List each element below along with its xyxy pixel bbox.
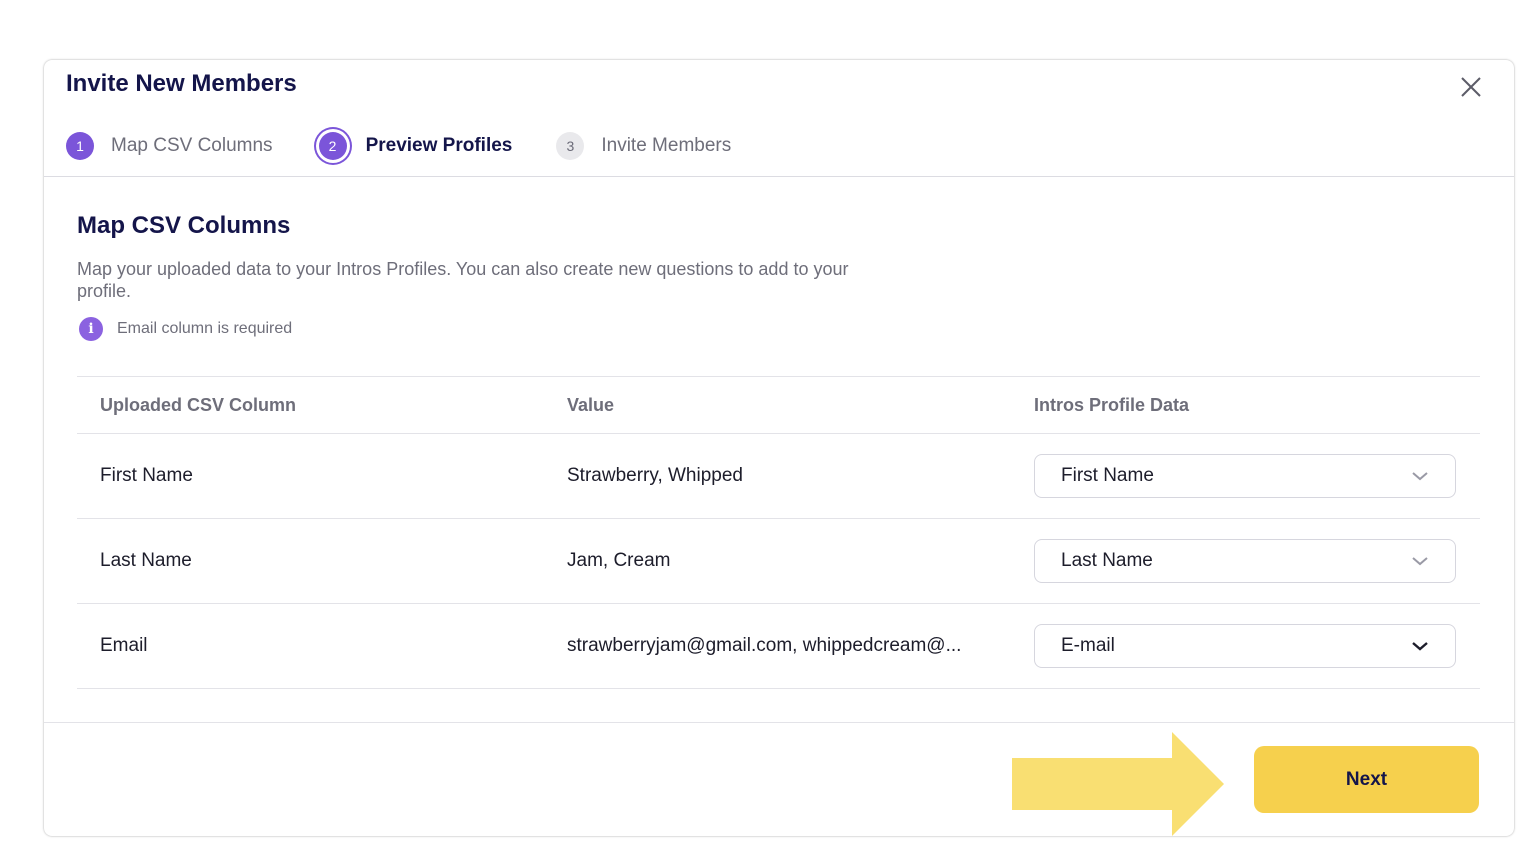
modal-title: Invite New Members — [66, 70, 297, 97]
step-label: Map CSV Columns — [111, 135, 273, 156]
highlight-arrow-icon — [1012, 732, 1224, 836]
select-value: Last Name — [1061, 550, 1153, 571]
info-icon: i — [79, 317, 103, 341]
csv-column-name: Email — [100, 635, 148, 656]
section-title: Map CSV Columns — [77, 212, 291, 239]
step-number-badge: 2 — [318, 132, 347, 160]
profile-field-select[interactable]: Last Name — [1034, 539, 1456, 583]
chevron-down-icon — [1412, 472, 1428, 481]
csv-value: Jam, Cream — [567, 550, 671, 571]
csv-value: strawberryjam@gmail.com, whippedcream@..… — [567, 635, 962, 656]
table-row: First Name Strawberry, Whipped First Nam… — [77, 433, 1480, 518]
select-value: E-mail — [1061, 635, 1115, 656]
profile-field-select[interactable]: First Name — [1034, 454, 1456, 498]
column-header-value: Value — [567, 394, 615, 415]
select-value: First Name — [1061, 465, 1154, 486]
profile-field-select[interactable]: E-mail — [1034, 624, 1456, 668]
info-note: i Email column is required — [79, 317, 292, 341]
next-button[interactable]: Next — [1254, 746, 1479, 813]
csv-column-name: First Name — [100, 465, 193, 486]
invite-members-modal: Invite New Members 1 Map CSV Columns 2 P… — [44, 60, 1514, 836]
close-icon — [1461, 77, 1481, 97]
table-row: Email strawberryjam@gmail.com, whippedcr… — [77, 603, 1480, 689]
csv-column-name: Last Name — [100, 550, 192, 571]
step-label: Invite Members — [601, 135, 732, 156]
mapping-table: Uploaded CSV Column Value Intros Profile… — [77, 376, 1480, 689]
chevron-down-icon — [1412, 642, 1428, 651]
info-text: Email column is required — [117, 320, 293, 337]
table-row: Last Name Jam, Cream Last Name — [77, 518, 1480, 603]
column-header-uploaded: Uploaded CSV Column — [100, 394, 297, 415]
csv-value: Strawberry, Whipped — [567, 465, 743, 486]
stepper: 1 Map CSV Columns 2 Preview Profiles 3 I… — [66, 130, 775, 162]
step-map-csv-columns[interactable]: 1 Map CSV Columns — [66, 132, 273, 160]
chevron-down-icon — [1412, 557, 1428, 566]
close-button[interactable] — [1458, 74, 1484, 100]
step-number-badge: 1 — [66, 132, 94, 160]
table-header-row: Uploaded CSV Column Value Intros Profile… — [77, 376, 1480, 433]
section-description: Map your uploaded data to your Intros Pr… — [77, 259, 849, 301]
step-invite-members[interactable]: 3 Invite Members — [556, 132, 731, 160]
step-label: Preview Profiles — [365, 135, 513, 156]
step-preview-profiles[interactable]: 2 Preview Profiles — [317, 132, 513, 160]
header-divider — [44, 176, 1514, 177]
footer-divider — [44, 722, 1514, 723]
step-number-badge: 3 — [556, 132, 585, 160]
column-header-profile-data: Intros Profile Data — [1034, 394, 1190, 415]
